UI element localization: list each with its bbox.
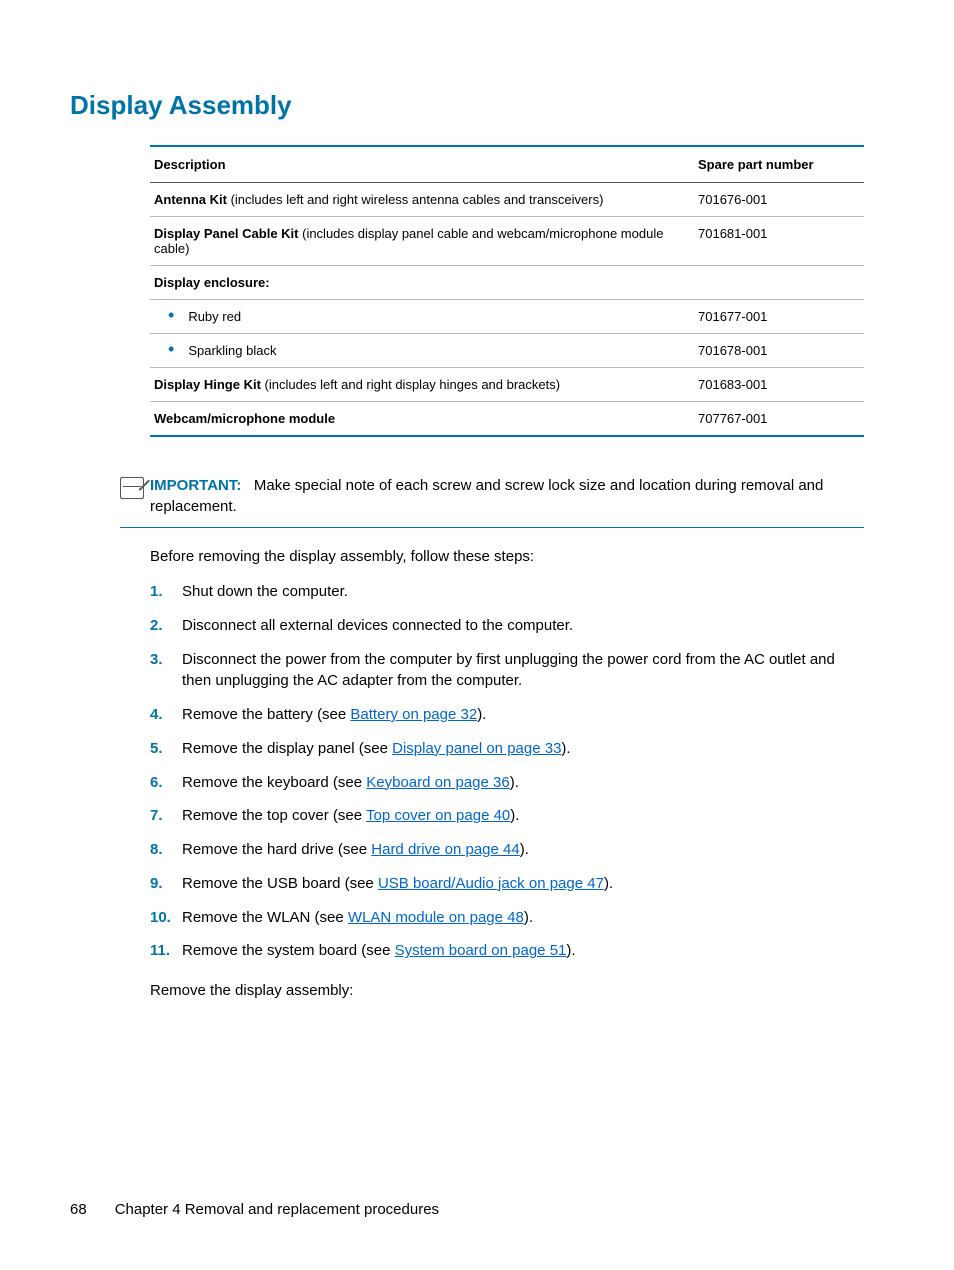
list-item: 6.Remove the keyboard (see Keyboard on p…: [150, 772, 854, 794]
outro-text: Remove the display assembly:: [150, 980, 854, 1001]
desc-cell: •Ruby red: [150, 300, 694, 334]
step-text: Remove the battery (see Battery on page …: [182, 704, 854, 726]
desc-cell: Webcam/microphone module: [150, 402, 694, 437]
cross-reference-link[interactable]: WLAN module on page 48: [348, 909, 524, 926]
section-heading: Display Assembly: [70, 90, 884, 121]
table-row: •Sparkling black701678-001: [150, 334, 864, 368]
table-row: Webcam/microphone module707767-001: [150, 402, 864, 437]
important-label: IMPORTANT:: [150, 477, 241, 494]
desc-cell: •Sparkling black: [150, 334, 694, 368]
step-text: Remove the top cover (see Top cover on p…: [182, 805, 854, 827]
step-number: 7.: [150, 805, 182, 827]
cross-reference-link[interactable]: Battery on page 32: [350, 706, 477, 723]
step-text: Shut down the computer.: [182, 581, 854, 603]
chapter-label: Chapter 4 Removal and replacement proced…: [115, 1201, 439, 1218]
cross-reference-link[interactable]: Display panel on page 33: [392, 740, 561, 757]
step-text: Disconnect the power from the computer b…: [182, 649, 854, 693]
step-number: 11.: [150, 940, 182, 962]
desc-cell: Display Hinge Kit (includes left and rig…: [150, 368, 694, 402]
step-number: 10.: [150, 907, 182, 929]
step-text: Remove the display panel (see Display pa…: [182, 738, 854, 760]
cross-reference-link[interactable]: System board on page 51: [395, 942, 567, 959]
desc-cell: Display Panel Cable Kit (includes displa…: [150, 217, 694, 266]
important-text: Make special note of each screw and scre…: [150, 477, 823, 515]
list-item: 3.Disconnect the power from the computer…: [150, 649, 854, 693]
step-text: Remove the system board (see System boar…: [182, 940, 854, 962]
list-item: 7.Remove the top cover (see Top cover on…: [150, 805, 854, 827]
col-spare-part: Spare part number: [694, 146, 864, 183]
step-number: 4.: [150, 704, 182, 726]
spn-cell: 701677-001: [694, 300, 864, 334]
step-number: 6.: [150, 772, 182, 794]
note-icon: [120, 477, 144, 499]
step-number: 3.: [150, 649, 182, 693]
step-number: 1.: [150, 581, 182, 603]
list-item: 2.Disconnect all external devices connec…: [150, 615, 854, 637]
cross-reference-link[interactable]: USB board/Audio jack on page 47: [378, 875, 604, 892]
step-text: Remove the WLAN (see WLAN module on page…: [182, 907, 854, 929]
step-number: 9.: [150, 873, 182, 895]
spn-cell: 701678-001: [694, 334, 864, 368]
step-number: 8.: [150, 839, 182, 861]
col-description: Description: [150, 146, 694, 183]
step-text: Remove the keyboard (see Keyboard on pag…: [182, 772, 854, 794]
list-item: 10.Remove the WLAN (see WLAN module on p…: [150, 907, 854, 929]
spn-cell: 707767-001: [694, 402, 864, 437]
step-text: Disconnect all external devices connecte…: [182, 615, 854, 637]
spn-cell: 701676-001: [694, 183, 864, 217]
cross-reference-link[interactable]: Top cover on page 40: [366, 807, 510, 824]
steps-list: 1.Shut down the computer.2.Disconnect al…: [150, 581, 854, 962]
desc-cell: Display enclosure:: [150, 266, 694, 300]
step-text: Remove the USB board (see USB board/Audi…: [182, 873, 854, 895]
list-item: 5.Remove the display panel (see Display …: [150, 738, 854, 760]
spn-cell: 701681-001: [694, 217, 864, 266]
bullet-icon: •: [168, 309, 174, 322]
list-item: 8.Remove the hard drive (see Hard drive …: [150, 839, 854, 861]
desc-cell: Antenna Kit (includes left and right wir…: [150, 183, 694, 217]
spn-cell: [694, 266, 864, 300]
step-number: 2.: [150, 615, 182, 637]
list-item: 1.Shut down the computer.: [150, 581, 854, 603]
cross-reference-link[interactable]: Keyboard on page 36: [366, 774, 509, 791]
spn-cell: 701683-001: [694, 368, 864, 402]
table-row: Display Hinge Kit (includes left and rig…: [150, 368, 864, 402]
intro-text: Before removing the display assembly, fo…: [150, 546, 854, 567]
table-row: Display Panel Cable Kit (includes displa…: [150, 217, 864, 266]
table-row: •Ruby red701677-001: [150, 300, 864, 334]
table-row: Antenna Kit (includes left and right wir…: [150, 183, 864, 217]
page-footer: 68 Chapter 4 Removal and replacement pro…: [70, 1201, 439, 1218]
page-number: 68: [70, 1201, 87, 1218]
list-item: 9.Remove the USB board (see USB board/Au…: [150, 873, 854, 895]
list-item: 11.Remove the system board (see System b…: [150, 940, 854, 962]
table-row: Display enclosure:: [150, 266, 864, 300]
step-text: Remove the hard drive (see Hard drive on…: [182, 839, 854, 861]
cross-reference-link[interactable]: Hard drive on page 44: [371, 841, 519, 858]
step-number: 5.: [150, 738, 182, 760]
list-item: 4.Remove the battery (see Battery on pag…: [150, 704, 854, 726]
bullet-icon: •: [168, 343, 174, 356]
parts-table: Description Spare part number Antenna Ki…: [150, 145, 864, 437]
important-note: IMPORTANT: Make special note of each scr…: [120, 475, 864, 528]
